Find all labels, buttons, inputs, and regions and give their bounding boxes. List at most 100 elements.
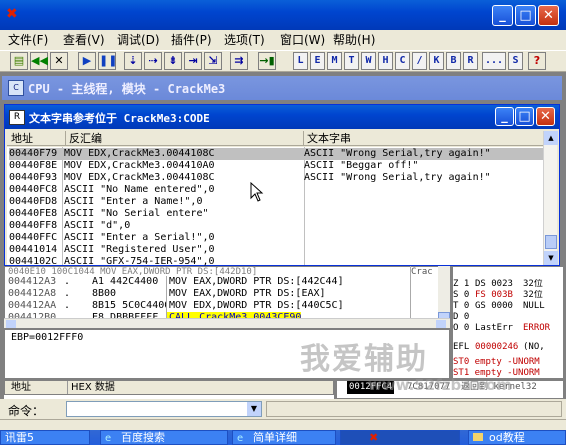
- register-row[interactable]: D 0: [453, 312, 563, 323]
- cpu-title-text: CPU - 主线程, 模块 - CrackMe3: [28, 82, 226, 96]
- close-button[interactable]: ✕: [538, 5, 559, 26]
- taskbar-item[interactable]: od教程: [468, 430, 566, 445]
- string-row[interactable]: 00440FF8 ASCII "d",0: [9, 220, 543, 232]
- disasm-row[interactable]: 004412A3. A1 442C4400 MOV EAX,DWORD PTR DS…: [8, 276, 448, 288]
- register-row[interactable]: Z 1 DS 0023 32位: [453, 279, 563, 290]
- ie-icon: e: [237, 433, 244, 444]
- step-into-icon[interactable]: ⇣: [124, 52, 142, 70]
- command-extra-field[interactable]: [266, 401, 562, 417]
- string-row[interactable]: 00440F93 MOV EDX,CrackMe3.0044108C ASCII "…: [9, 172, 543, 184]
- maximize-button[interactable]: □: [515, 5, 536, 26]
- string-row[interactable]: 00440FE8 ASCII "No Serial entere": [9, 208, 543, 220]
- command-input[interactable]: ▼: [66, 401, 262, 417]
- minimize-button[interactable]: _: [492, 5, 513, 26]
- string-row[interactable]: 00440F79 MOV EDX,CrackMe3.0044108C ASCII "…: [9, 148, 543, 160]
- string-row[interactable]: 00440F8E MOV EDX,CrackMe3.004410A0 ASCII "…: [9, 160, 543, 172]
- info-text: EBP=0012FFF0: [11, 332, 84, 343]
- toolbar-cpu[interactable]: C: [395, 52, 410, 70]
- string-row[interactable]: 0044102C ASCII "GFX-754-IER-954",0: [9, 256, 543, 268]
- menu-file[interactable]: 文件(F): [8, 30, 48, 50]
- folder-icon: [473, 433, 483, 441]
- toolbar-run-trace[interactable]: ...: [482, 52, 506, 70]
- disasm-row[interactable]: 004412A8. 8B00 MOV EAX,DWORD PTR DS:[EAX]: [8, 288, 448, 300]
- strings-maximize-button[interactable]: □: [515, 107, 534, 126]
- strings-close-button[interactable]: ✕: [536, 107, 555, 126]
- string-row[interactable]: 00440FFC ASCII "Enter a Serial!",0: [9, 232, 543, 244]
- menu-options[interactable]: 选项(T): [224, 30, 265, 50]
- toolbar-source[interactable]: S: [508, 52, 523, 70]
- toolbar-log[interactable]: L: [293, 52, 308, 70]
- strings-rows: 00440F79 MOV EDX,CrackMe3.0044108C ASCII "…: [9, 148, 543, 268]
- toolbar-breakpoints[interactable]: B: [446, 52, 461, 70]
- dump-header: 地址 HEX 数据: [4, 380, 334, 395]
- run-icon[interactable]: ▶: [78, 52, 96, 70]
- menu-plugins[interactable]: 插件(P): [171, 30, 212, 50]
- header-text[interactable]: 文本字串: [303, 131, 351, 146]
- scroll-up-icon[interactable]: ▲: [544, 131, 558, 145]
- restart-icon[interactable]: ◀◀: [30, 52, 48, 70]
- open-icon[interactable]: ▤: [10, 52, 28, 70]
- header-address[interactable]: 地址: [11, 131, 33, 146]
- watermark-url: www.52fzba.com: [368, 376, 512, 394]
- toolbar-call-stack[interactable]: K: [429, 52, 444, 70]
- dump-header-hex: HEX 数据: [67, 381, 115, 394]
- pause-icon[interactable]: ❚❚: [98, 52, 117, 70]
- toolbar-patches[interactable]: /: [412, 52, 427, 70]
- register-row[interactable]: S 0 FS 003B 32位: [453, 290, 563, 301]
- scroll-down-icon[interactable]: ▼: [544, 251, 558, 265]
- disasm-rows: 004412A3. A1 442C4400 MOV EAX,DWORD PTR DS…: [8, 276, 448, 324]
- string-row[interactable]: 00440FD8 ASCII "Enter a Name!",0: [9, 196, 543, 208]
- step-over-icon[interactable]: ⇢: [144, 52, 162, 70]
- toolbar-memory[interactable]: M: [327, 52, 342, 70]
- status-bar: [0, 419, 566, 430]
- x-bug-icon: ✖: [6, 6, 18, 22]
- watermark-text: 我爱辅助: [300, 342, 428, 377]
- toolbar-threads[interactable]: T: [344, 52, 359, 70]
- toolbar-modules[interactable]: E: [310, 52, 325, 70]
- close-process-icon[interactable]: ✕: [50, 52, 68, 70]
- menu-debug[interactable]: 调试(D): [117, 30, 160, 50]
- strings-window-title: 文本字串参考位于 CrackMe3:CODE: [29, 112, 210, 125]
- strings-window-title-bar: R 文本字串参考位于 CrackMe3:CODE _ □ ✕: [5, 105, 559, 129]
- taskbar-item-active[interactable]: ✖: [340, 430, 460, 445]
- chevron-down-icon[interactable]: ▼: [247, 402, 261, 416]
- strings-scrollbar[interactable]: ▲ ▼: [543, 131, 558, 265]
- register-row[interactable]: T 0 GS 0000 NULL: [453, 301, 563, 312]
- watermark: 我爱辅助 www.52fzba.com: [298, 330, 566, 400]
- trace-over-icon[interactable]: ⇥: [184, 52, 202, 70]
- ie-icon: e: [105, 433, 112, 444]
- x-bug-icon: ✖: [369, 431, 379, 444]
- strings-minimize-button[interactable]: _: [495, 107, 514, 126]
- animate-icon[interactable]: ⇉: [230, 52, 248, 70]
- references-icon: R: [9, 110, 25, 125]
- command-bar: 命令： ▼: [0, 399, 566, 419]
- mouse-cursor-icon: [250, 181, 264, 205]
- dump-header-addr: 地址: [11, 382, 31, 393]
- trace-into-icon[interactable]: ⇟: [164, 52, 182, 70]
- toolbar-windows[interactable]: W: [361, 52, 376, 70]
- menu-help[interactable]: 帮助(H): [333, 30, 375, 50]
- disasm-row[interactable]: 004412AA. 8B15 5C0C4400MOV EDX,DWORD PTR …: [8, 300, 448, 312]
- cpu-icon: C: [8, 80, 24, 96]
- toolbar-help-icon[interactable]: ?: [528, 52, 546, 70]
- menu-view[interactable]: 查看(V): [63, 30, 105, 50]
- string-row[interactable]: 00440FC8 ASCII "No Name entered",0: [9, 184, 543, 196]
- execute-till-return-icon[interactable]: ⇲: [204, 52, 222, 70]
- taskbar-item[interactable]: e 简单详细: [232, 430, 336, 445]
- strings-header: 地址 反汇编 文本字串: [7, 131, 543, 146]
- scroll-thumb[interactable]: [545, 235, 557, 249]
- strings-window: R 文本字串参考位于 CrackMe3:CODE _ □ ✕ 地址 反汇编 文本…: [4, 104, 560, 268]
- taskbar-item[interactable]: e 百度搜索: [100, 430, 228, 445]
- go-to-icon[interactable]: →▮: [258, 52, 276, 70]
- cpu-window-title: C CPU - 主线程, 模块 - CrackMe3: [2, 76, 562, 100]
- toolbar-handles[interactable]: H: [378, 52, 393, 70]
- string-row[interactable]: 00441014 ASCII "Registered User",0: [9, 244, 543, 256]
- toolbar-references[interactable]: R: [463, 52, 478, 70]
- command-label: 命令：: [8, 404, 45, 418]
- header-disasm[interactable]: 反汇编: [65, 131, 102, 146]
- menu-bar: 文件(F) 查看(V) 调试(D) 插件(P) 选项(T) 窗口(W) 帮助(H…: [0, 30, 566, 50]
- menu-window[interactable]: 窗口(W): [280, 30, 325, 50]
- taskbar-item[interactable]: 讯雷5: [0, 430, 90, 445]
- main-title-bar: ✖ _ □ ✕: [0, 0, 566, 30]
- disasm-hscroll[interactable]: [4, 318, 450, 328]
